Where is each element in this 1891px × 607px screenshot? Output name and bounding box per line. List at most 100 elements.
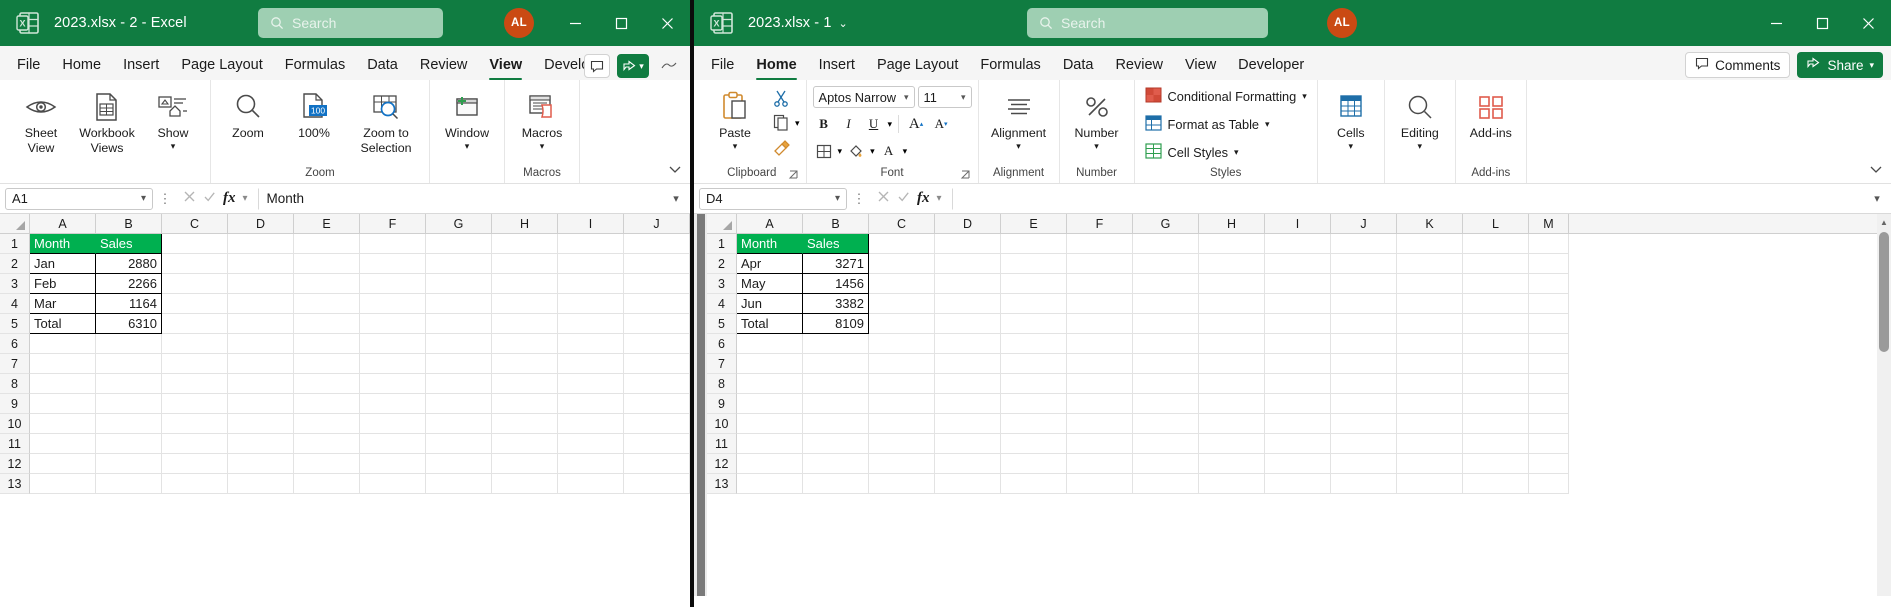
comments-button[interactable]: Comments <box>1685 52 1791 78</box>
cell-E8[interactable] <box>294 374 360 394</box>
cell-C13[interactable] <box>869 474 935 494</box>
cell-J2[interactable] <box>624 254 690 274</box>
editing-button[interactable]: Editing ▾ <box>1389 84 1451 151</box>
column-header-F[interactable]: F <box>1067 214 1133 233</box>
cell-M10[interactable] <box>1529 414 1569 434</box>
copy-button[interactable] <box>770 112 792 134</box>
font-name-select[interactable]: Aptos Narrow ▾ <box>812 86 915 108</box>
cell-E2[interactable] <box>294 254 360 274</box>
zoom-100-button[interactable]: 100 100% <box>281 84 347 141</box>
cell-H10[interactable] <box>492 414 558 434</box>
zoom-to-selection-button[interactable]: Zoom to Selection <box>347 84 425 155</box>
cell-A9[interactable] <box>30 394 96 414</box>
column-header-C[interactable]: C <box>869 214 935 233</box>
cell-F8[interactable] <box>1067 374 1133 394</box>
row-header-2[interactable]: 2 <box>0 254 30 274</box>
cell-C9[interactable] <box>162 394 228 414</box>
row-header-4[interactable]: 4 <box>707 294 737 314</box>
row-header-8[interactable]: 8 <box>707 374 737 394</box>
cell-G5[interactable] <box>426 314 492 334</box>
cell-E8[interactable] <box>1001 374 1067 394</box>
borders-button[interactable] <box>813 140 835 162</box>
cell-B11[interactable] <box>96 434 162 454</box>
cell-F1[interactable] <box>360 234 426 254</box>
cell-E12[interactable] <box>294 454 360 474</box>
bold-button[interactable]: B <box>813 113 835 135</box>
row-header-3[interactable]: 3 <box>0 274 30 294</box>
scrollbar-thumb[interactable] <box>1879 232 1889 352</box>
cell-J12[interactable] <box>1331 454 1397 474</box>
cell-F11[interactable] <box>1067 434 1133 454</box>
show-button[interactable]: Show ▾ <box>140 84 206 151</box>
cell-C2[interactable] <box>162 254 228 274</box>
cell-C6[interactable] <box>162 334 228 354</box>
cell-G9[interactable] <box>1133 394 1199 414</box>
cell-J9[interactable] <box>624 394 690 414</box>
cell-B5[interactable]: 6310 <box>96 314 162 334</box>
column-header-J[interactable]: J <box>1331 214 1397 233</box>
cell-I5[interactable] <box>558 314 624 334</box>
expand-formula-bar-icon[interactable]: ▾ <box>1868 192 1886 205</box>
cell-L2[interactable] <box>1463 254 1529 274</box>
title-chevron-down-icon[interactable]: ⌄ <box>839 17 848 30</box>
cell-E4[interactable] <box>294 294 360 314</box>
cell-D6[interactable] <box>935 334 1001 354</box>
row-header-11[interactable]: 11 <box>707 434 737 454</box>
cell-E7[interactable] <box>1001 354 1067 374</box>
cell-E6[interactable] <box>1001 334 1067 354</box>
cell-F10[interactable] <box>360 414 426 434</box>
cell-G8[interactable] <box>426 374 492 394</box>
cell-F8[interactable] <box>360 374 426 394</box>
cell-M4[interactable] <box>1529 294 1569 314</box>
cell-C10[interactable] <box>869 414 935 434</box>
column-header-J[interactable]: J <box>624 214 690 233</box>
left-window-vertical-scrollbar[interactable] <box>694 214 707 596</box>
increase-font-size-button[interactable]: A ▴ <box>905 113 927 135</box>
cell-C8[interactable] <box>162 374 228 394</box>
cell-C1[interactable] <box>869 234 935 254</box>
window-button[interactable]: Window ▾ <box>434 84 500 151</box>
cell-H10[interactable] <box>1199 414 1265 434</box>
cell-M2[interactable] <box>1529 254 1569 274</box>
cell-L12[interactable] <box>1463 454 1529 474</box>
collapse-ribbon-icon[interactable] <box>667 161 683 177</box>
cell-D3[interactable] <box>228 274 294 294</box>
cell-E11[interactable] <box>1001 434 1067 454</box>
cell-H7[interactable] <box>492 354 558 374</box>
cell-H1[interactable] <box>492 234 558 254</box>
cell-H11[interactable] <box>492 434 558 454</box>
underline-button[interactable]: U <box>863 113 885 135</box>
cell-I8[interactable] <box>558 374 624 394</box>
cell-F4[interactable] <box>360 294 426 314</box>
cell-C7[interactable] <box>162 354 228 374</box>
cell-B10[interactable] <box>96 414 162 434</box>
column-header-K[interactable]: K <box>1397 214 1463 233</box>
cell-G9[interactable] <box>426 394 492 414</box>
row-header-5[interactable]: 5 <box>0 314 30 334</box>
cell-M5[interactable] <box>1529 314 1569 334</box>
cell-F2[interactable] <box>1067 254 1133 274</box>
cell-E1[interactable] <box>1001 234 1067 254</box>
cell-G3[interactable] <box>1133 274 1199 294</box>
zoom-button[interactable]: Zoom <box>215 84 281 141</box>
cell-F10[interactable] <box>1067 414 1133 434</box>
number-button[interactable]: Number ▾ <box>1064 84 1130 151</box>
cell-E9[interactable] <box>294 394 360 414</box>
cell-L11[interactable] <box>1463 434 1529 454</box>
column-header-C[interactable]: C <box>162 214 228 233</box>
cell-H6[interactable] <box>1199 334 1265 354</box>
cell-G11[interactable] <box>1133 434 1199 454</box>
cell-C4[interactable] <box>162 294 228 314</box>
cell-D11[interactable] <box>935 434 1001 454</box>
confirm-icon[interactable] <box>203 190 216 208</box>
cell-E12[interactable] <box>1001 454 1067 474</box>
vertical-scrollbar-right[interactable]: ▲ <box>1877 214 1891 596</box>
cell-D5[interactable] <box>935 314 1001 334</box>
cell-J8[interactable] <box>624 374 690 394</box>
cell-D6[interactable] <box>228 334 294 354</box>
cell-A2[interactable]: Apr <box>737 254 803 274</box>
cell-A1[interactable]: Month <box>30 234 96 254</box>
cell-A4[interactable]: Mar <box>30 294 96 314</box>
cell-D5[interactable] <box>228 314 294 334</box>
cell-G2[interactable] <box>1133 254 1199 274</box>
